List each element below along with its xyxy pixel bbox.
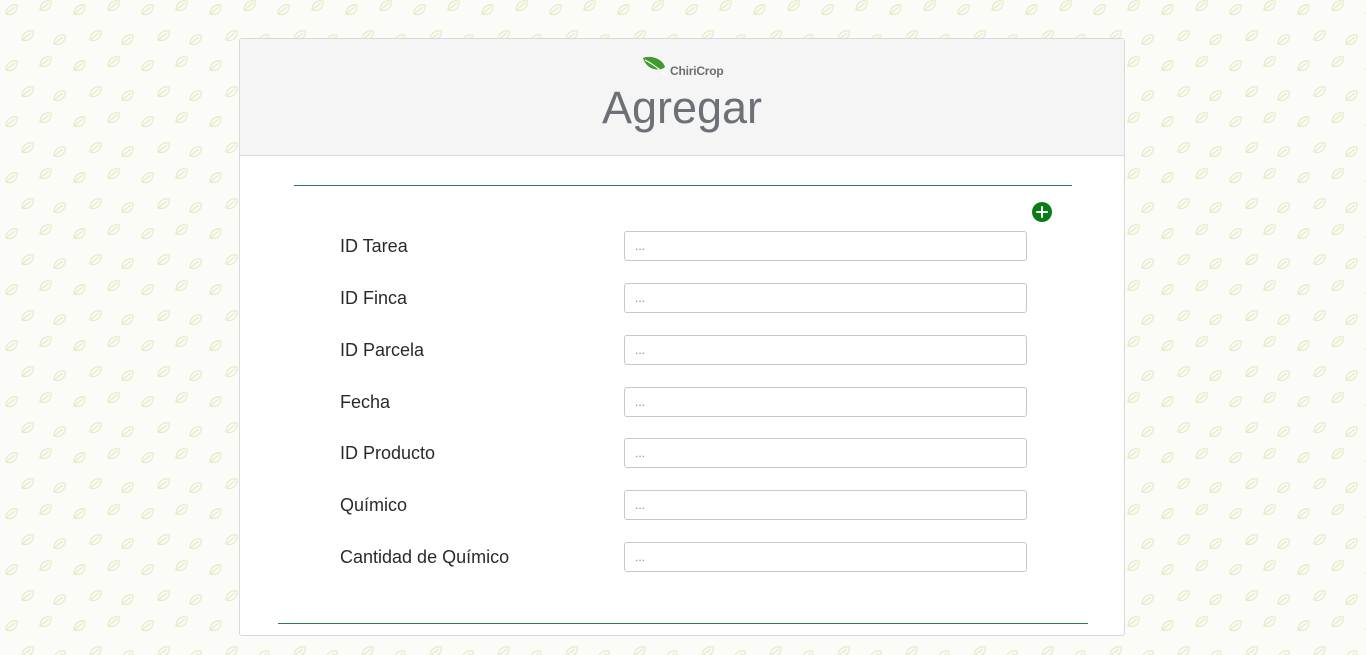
id-tarea-input[interactable] (624, 231, 1027, 261)
field-label: Cantidad de Químico (340, 547, 510, 567)
top-divider (294, 185, 1072, 186)
leaf-icon (642, 55, 668, 79)
form-row-id-finca: ID Finca (340, 283, 1030, 313)
add-button[interactable] (1032, 202, 1052, 222)
field-label: ID Tarea (340, 236, 408, 256)
form-row-cantidad-quimico: Cantidad de Químico (340, 542, 1030, 572)
id-finca-input[interactable] (624, 283, 1027, 313)
form-row-id-tarea: ID Tarea (340, 231, 1030, 261)
field-label: Fecha (340, 392, 391, 412)
id-producto-input[interactable] (624, 438, 1027, 468)
brand-logo: ChiriCrop (642, 51, 724, 79)
page-title: Agregar (601, 82, 763, 133)
quimico-input[interactable] (624, 490, 1027, 520)
add-form-card: ChiriCrop Agregar ID Tarea ID Finca ID P… (239, 38, 1125, 636)
fecha-input[interactable] (624, 387, 1027, 417)
field-label: ID Producto (340, 443, 436, 463)
cantidad-quimico-input[interactable] (624, 542, 1027, 572)
plus-circle-icon (1032, 202, 1052, 222)
card-header: ChiriCrop Agregar (240, 39, 1124, 156)
form-row-fecha: Fecha (340, 387, 1030, 417)
bottom-divider (278, 623, 1088, 624)
field-label: ID Finca (340, 288, 408, 308)
form-row-id-parcela: ID Parcela (340, 335, 1030, 365)
form-row-quimico: Químico (340, 490, 1030, 520)
brand-name: ChiriCrop (670, 64, 724, 78)
form-row-id-producto: ID Producto (340, 438, 1030, 468)
id-parcela-input[interactable] (624, 335, 1027, 365)
field-label: Químico (340, 495, 408, 515)
field-label: ID Parcela (340, 340, 425, 360)
